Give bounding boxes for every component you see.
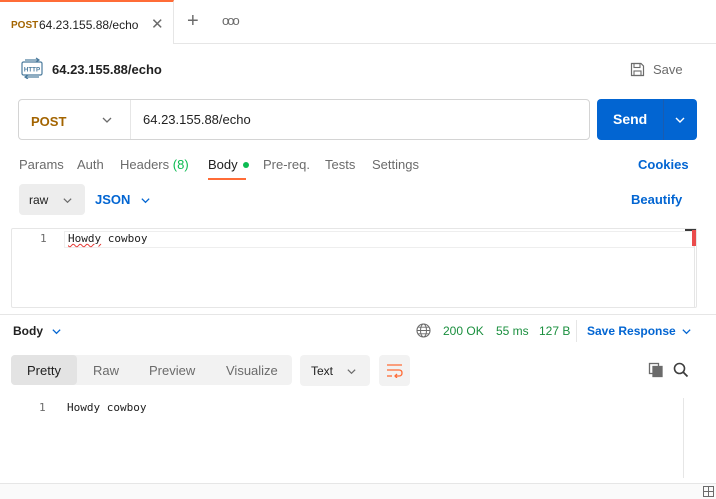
line-number: 1 [40, 232, 47, 245]
body-mode-select[interactable]: raw [19, 184, 85, 215]
body-mode-label: raw [29, 193, 49, 207]
plus-icon[interactable]: + [187, 10, 199, 33]
response-divider[interactable] [0, 314, 716, 315]
tab-auth[interactable]: Auth [77, 157, 104, 172]
tab-body-label: Body [208, 157, 238, 172]
http-icon: HTTP [21, 57, 43, 79]
view-visualize[interactable]: Visualize [226, 363, 278, 378]
tab-headers[interactable]: Headers (8) [120, 157, 189, 172]
active-line-highlight [64, 231, 694, 248]
wrap-lines-icon [387, 364, 403, 378]
status-code[interactable]: 200 OK [443, 324, 484, 338]
globe-icon[interactable] [416, 323, 431, 338]
send-divider [663, 99, 664, 140]
save-button[interactable]: Save [630, 59, 683, 79]
chevron-down-icon [63, 198, 72, 204]
tab-settings[interactable]: Settings [372, 157, 419, 172]
chevron-down-icon [347, 369, 356, 375]
method-select[interactable]: POST [19, 100, 131, 139]
send-button[interactable]: Send [597, 99, 697, 140]
copy-icon[interactable] [648, 362, 664, 378]
response-time[interactable]: 55 ms [496, 324, 529, 338]
beautify-button[interactable]: Beautify [631, 192, 682, 207]
tab-tests[interactable]: Tests [325, 157, 355, 172]
chevron-down-icon[interactable] [140, 195, 151, 206]
close-icon[interactable]: ✕ [151, 15, 164, 33]
url-input[interactable]: 64.23.155.88/echo [143, 112, 251, 127]
send-label: Send [613, 111, 648, 127]
response-format-select[interactable]: Text [300, 355, 370, 386]
request-title[interactable]: 64.23.155.88/echo [52, 62, 162, 77]
request-tab[interactable]: POST 64.23.155.88/echo ✕ [0, 0, 174, 44]
active-tab-underline [208, 178, 246, 180]
url-bar: POST 64.23.155.88/echo [18, 99, 590, 140]
editor-error-marker [692, 230, 696, 246]
code-word: cowboy [101, 232, 148, 245]
view-preview[interactable]: Preview [149, 363, 195, 378]
method-label: POST [31, 114, 67, 129]
body-editor[interactable]: 1 Howdy cowboy [11, 228, 697, 308]
tab-prereq[interactable]: Pre-req. [263, 157, 310, 172]
response-body-select[interactable]: Body [13, 324, 43, 338]
tab-body[interactable]: Body [208, 157, 249, 172]
tab-headers-label: Headers [120, 157, 170, 172]
response-body-text[interactable]: Howdy cowboy [67, 401, 146, 414]
response-line-number: 1 [39, 401, 46, 414]
body-indicator-dot [242, 161, 249, 168]
save-label: Save [653, 61, 683, 77]
status-bar [0, 483, 716, 499]
chevron-down-icon [102, 117, 112, 123]
more-options-icon[interactable]: ooo [222, 13, 240, 28]
chevron-down-icon[interactable] [674, 114, 686, 126]
wrap-lines-button[interactable] [379, 355, 410, 386]
response-format-label: Text [311, 364, 334, 378]
layout-toggle-icon[interactable] [703, 486, 714, 497]
headers-count: (8) [172, 157, 189, 172]
tab-title: 64.23.155.88/echo [39, 18, 139, 32]
response-scrollbar[interactable] [683, 398, 684, 478]
save-icon [630, 62, 645, 76]
toolbar-divider [576, 320, 577, 342]
view-pretty[interactable]: Pretty [27, 363, 61, 378]
chevron-down-icon[interactable] [681, 326, 692, 337]
tab-params[interactable]: Params [19, 157, 64, 172]
code-line[interactable]: Howdy cowboy [68, 232, 147, 245]
response-size[interactable]: 127 B [539, 324, 570, 338]
save-response-button[interactable]: Save Response [587, 324, 676, 338]
response-view-tabs: Pretty Raw Preview Visualize [11, 355, 292, 385]
tab-method-label: POST [11, 20, 39, 31]
search-icon[interactable] [673, 362, 689, 378]
language-select[interactable]: JSON [95, 192, 130, 207]
svg-text:HTTP: HTTP [24, 67, 40, 74]
cookies-link[interactable]: Cookies [638, 157, 689, 172]
code-error-word: Howdy [68, 232, 102, 245]
chevron-down-icon[interactable] [51, 326, 62, 337]
view-raw[interactable]: Raw [93, 363, 119, 378]
tab-strip: POST 64.23.155.88/echo ✕ + ooo [0, 0, 716, 44]
